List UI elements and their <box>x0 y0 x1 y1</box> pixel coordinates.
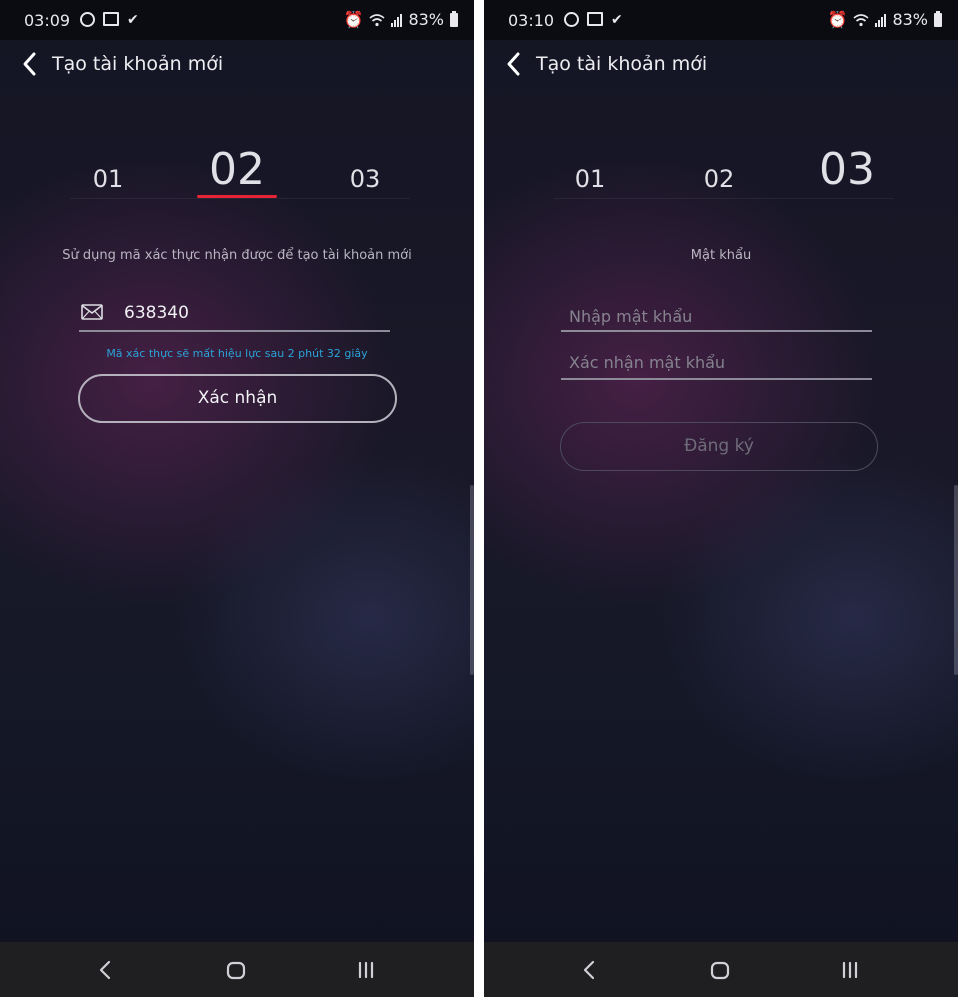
download-done-icon: ✔ <box>611 12 623 28</box>
confirm-password-field[interactable]: Xác nhận mật khẩu <box>561 346 872 380</box>
nav-back-icon[interactable] <box>576 956 604 984</box>
edge-panel-handle[interactable] <box>954 485 958 675</box>
nav-back-icon[interactable] <box>92 956 120 984</box>
sync-icon <box>564 12 579 27</box>
status-bar: 03:10 ✔ ⏰ 83% <box>484 0 958 40</box>
app-header: Tạo tài khoản mới <box>484 40 958 92</box>
step-03-active[interactable]: 03 <box>807 144 887 195</box>
page-title: Tạo tài khoản mới <box>536 53 708 75</box>
notification-icons: ✔ <box>564 12 627 28</box>
back-chevron-icon[interactable] <box>502 50 526 78</box>
edge-panel-handle[interactable] <box>470 485 474 675</box>
step-01[interactable]: 01 <box>88 165 128 193</box>
page-title: Tạo tài khoản mới <box>52 53 224 75</box>
status-time: 03:09 <box>24 11 71 30</box>
expiry-hint: Mã xác thực sẽ mất hiệu lực sau 2 phút 3… <box>106 347 368 360</box>
navigation-bar <box>484 942 958 997</box>
status-bar: 03:09 ✔ ⏰ 83% <box>0 0 474 40</box>
image-icon <box>103 12 119 26</box>
battery-percent: 83% <box>892 10 928 29</box>
back-chevron-icon[interactable] <box>18 50 42 78</box>
comparison-stage: 03:09 ✔ ⏰ 83% Tạo tài khoản mới 01 02 03… <box>0 0 960 997</box>
step-03[interactable]: 03 <box>345 165 385 193</box>
password-section-label: Mật khẩu <box>690 248 752 263</box>
step-track <box>70 198 410 199</box>
verification-code-field[interactable]: 638340 <box>79 296 390 332</box>
verification-code-value: 638340 <box>124 303 189 323</box>
register-button[interactable]: Đăng ký <box>560 422 878 471</box>
password-placeholder: Nhập mật khẩu <box>569 307 693 326</box>
step-01[interactable]: 01 <box>570 165 610 193</box>
battery-icon <box>450 10 458 27</box>
nav-home-icon[interactable] <box>706 956 734 984</box>
app-header: Tạo tài khoản mới <box>0 40 474 92</box>
battery-percent: 83% <box>408 10 444 29</box>
system-icons: ⏰ 83% <box>828 10 942 29</box>
step-02[interactable]: 02 <box>699 165 739 193</box>
alarm-icon: ⏰ <box>827 10 848 29</box>
step-track <box>554 198 894 199</box>
confirm-password-placeholder: Xác nhận mật khẩu <box>569 353 726 372</box>
download-done-icon: ✔ <box>127 12 139 28</box>
alarm-icon: ⏰ <box>343 10 364 29</box>
system-icons: ⏰ 83% <box>344 10 458 29</box>
step-indicator: 01 02 03 <box>0 140 474 210</box>
mail-icon <box>81 304 103 320</box>
wifi-icon <box>369 13 385 26</box>
nav-recents-icon[interactable] <box>836 956 864 984</box>
battery-icon <box>934 10 942 27</box>
phone-screen-step-3: 03:10 ✔ ⏰ 83% Tạo tài khoản mới 01 02 03… <box>484 0 958 997</box>
confirm-button[interactable]: Xác nhận <box>78 374 397 423</box>
instruction-text: Sử dụng mã xác thực nhận được để tạo tài… <box>62 248 412 263</box>
active-step-underline <box>197 195 277 198</box>
sync-icon <box>80 12 95 27</box>
navigation-bar <box>0 942 474 997</box>
step-02-active[interactable]: 02 <box>197 144 277 195</box>
wifi-icon <box>853 13 869 26</box>
image-icon <box>587 12 603 26</box>
notification-icons: ✔ <box>80 12 143 28</box>
signal-icon <box>391 13 403 27</box>
nav-home-icon[interactable] <box>222 956 250 984</box>
nav-recents-icon[interactable] <box>352 956 380 984</box>
password-field[interactable]: Nhập mật khẩu <box>561 298 872 332</box>
phone-screen-step-2: 03:09 ✔ ⏰ 83% Tạo tài khoản mới 01 02 03… <box>0 0 474 997</box>
step-indicator: 01 02 03 <box>484 140 958 210</box>
signal-icon <box>875 13 887 27</box>
status-time: 03:10 <box>508 11 555 30</box>
